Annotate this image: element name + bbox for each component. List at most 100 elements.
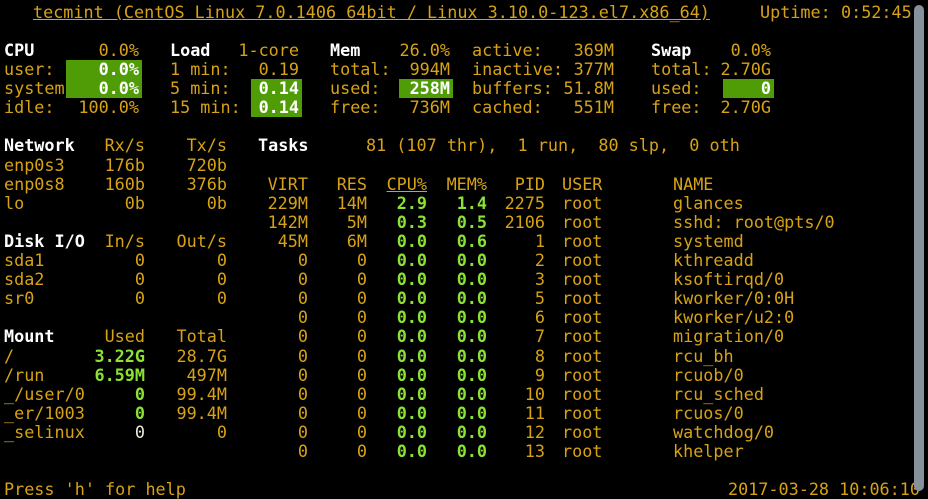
swap-used-value: 0: [723, 79, 774, 98]
proc-pid: 6: [468, 308, 548, 327]
mem-active-value: 369M: [537, 41, 617, 60]
diskio-out-value: 0: [148, 251, 230, 270]
mem-used-value: 258M: [399, 79, 453, 98]
diskio-device: sda1: [4, 251, 44, 270]
network-rx-value: 0b: [66, 194, 148, 213]
load-5min-label: 5 min:: [170, 79, 231, 98]
load-15min-value: 0.14: [251, 98, 302, 117]
mem-active-label: active:: [472, 41, 543, 60]
proc-user: root: [562, 404, 602, 423]
proc-name: rcuos/0: [673, 404, 744, 423]
proc-pid: 2275: [468, 194, 548, 213]
network-tx-value: 376b: [148, 175, 230, 194]
tasks-summary: 81 (107 thr), 1 run, 80 slp, 0 oth: [366, 136, 740, 155]
cpu-user-value: 0.0%: [66, 60, 142, 79]
mem-percent-value: 26.0%: [373, 41, 453, 60]
network-section-title: Network: [4, 136, 75, 155]
network-interface: lo: [4, 194, 24, 213]
cpu-section-title: CPU: [4, 41, 34, 60]
proc-name: kworker/0:0H: [673, 289, 794, 308]
mount-total-value: 497M: [148, 366, 230, 385]
mount-point: /run: [4, 366, 44, 385]
network-tx-value: 720b: [148, 156, 230, 175]
mem-cached-label: cached:: [472, 98, 543, 117]
cpu-idle-value: 100.0%: [62, 98, 142, 117]
mem-section-title: Mem: [330, 41, 360, 60]
mount-total-value: 28.7G: [148, 347, 230, 366]
swap-percent-value: 0.0%: [692, 41, 774, 60]
swap-free-value: 2.70G: [692, 98, 774, 117]
mem-used-label: used:: [330, 79, 381, 98]
load-15min-label: 15 min:: [170, 98, 241, 117]
diskio-in-value: 0: [66, 251, 148, 270]
proc-pid: 7: [468, 327, 548, 346]
proc-name: systemd: [673, 232, 744, 251]
proc-user: root: [562, 366, 602, 385]
datetime: 2017-03-28 10:06:10: [728, 480, 909, 499]
help-hint: Press 'h' for help: [4, 480, 186, 499]
mount-point: /: [4, 347, 14, 366]
proc-pid: 13: [468, 442, 548, 461]
network-rx-value: 176b: [66, 156, 148, 175]
cpu-total-value: 0.0%: [62, 41, 142, 60]
terminal-screen[interactable]: tecmint (CentOS Linux 7.0.1406 64bit / L…: [0, 0, 928, 496]
load-core-count: 1-core: [222, 41, 302, 60]
proc-pid: 2: [468, 251, 548, 270]
proc-user: root: [562, 327, 602, 346]
proc-pid: 3: [468, 270, 548, 289]
network-rx-value: 160b: [66, 175, 148, 194]
proc-pid: 1: [468, 232, 548, 251]
diskio-out-value: 0: [148, 270, 230, 289]
proc-name: watchdog/0: [673, 423, 774, 442]
hostname-title: tecmint (CentOS Linux 7.0.1406 64bit / L…: [33, 3, 710, 22]
mount-used-header: Used: [66, 327, 148, 346]
proc-header-name: NAME: [673, 175, 713, 194]
mem-cached-value: 551M: [537, 98, 617, 117]
proc-user: root: [562, 270, 602, 289]
diskio-device: sda2: [4, 270, 44, 289]
mount-used-value: 6.59M: [66, 366, 148, 385]
diskio-in-value: 0: [66, 270, 148, 289]
proc-name: ksoftirqd/0: [673, 270, 784, 289]
mem-free-value: 736M: [373, 98, 453, 117]
proc-pid: 9: [468, 366, 548, 385]
load-1min-value: 0.19: [222, 60, 302, 79]
mount-total-header: Total: [148, 327, 230, 346]
proc-user: root: [562, 308, 602, 327]
network-interface: enp0s8: [4, 175, 65, 194]
proc-user: root: [562, 251, 602, 270]
scrollbar-thumb[interactable]: [914, 5, 924, 491]
mount-section-title: Mount: [4, 327, 55, 346]
proc-name: khelper: [673, 442, 744, 461]
proc-user: root: [562, 289, 602, 308]
load-5min-value: 0.14: [251, 79, 302, 98]
proc-user: root: [562, 347, 602, 366]
uptime-label: Uptime:: [760, 3, 831, 22]
mem-buffers-value: 51.8M: [537, 79, 617, 98]
mem-total-value: 994M: [373, 60, 453, 79]
proc-user: root: [562, 385, 602, 404]
proc-user: root: [562, 194, 602, 213]
proc-name: kworker/u2:0: [673, 308, 794, 327]
proc-pid: 2106: [468, 213, 548, 232]
proc-user: root: [562, 213, 602, 232]
diskio-out-header: Out/s: [148, 232, 230, 251]
proc-name: glances: [673, 194, 744, 213]
mount-used-value: 0: [66, 404, 148, 423]
diskio-device: sr0: [4, 289, 34, 308]
proc-header-pid: PID: [468, 175, 548, 194]
proc-name: migration/0: [673, 327, 784, 346]
mount-used-value: 0: [66, 385, 148, 404]
cpu-user-label: user:: [4, 60, 55, 79]
uptime-value: 0:52:45: [841, 3, 912, 22]
diskio-in-header: In/s: [66, 232, 148, 251]
proc-name: rcu_bh: [673, 347, 734, 366]
swap-section-title: Swap: [651, 41, 691, 60]
mem-inactive-value: 377M: [537, 60, 617, 79]
mount-used-value: 0: [66, 423, 148, 442]
proc-pid: 8: [468, 347, 548, 366]
proc-user: root: [562, 442, 602, 461]
diskio-out-value: 0: [148, 289, 230, 308]
mount-total-value: 0: [148, 423, 230, 442]
proc-user: root: [562, 423, 602, 442]
